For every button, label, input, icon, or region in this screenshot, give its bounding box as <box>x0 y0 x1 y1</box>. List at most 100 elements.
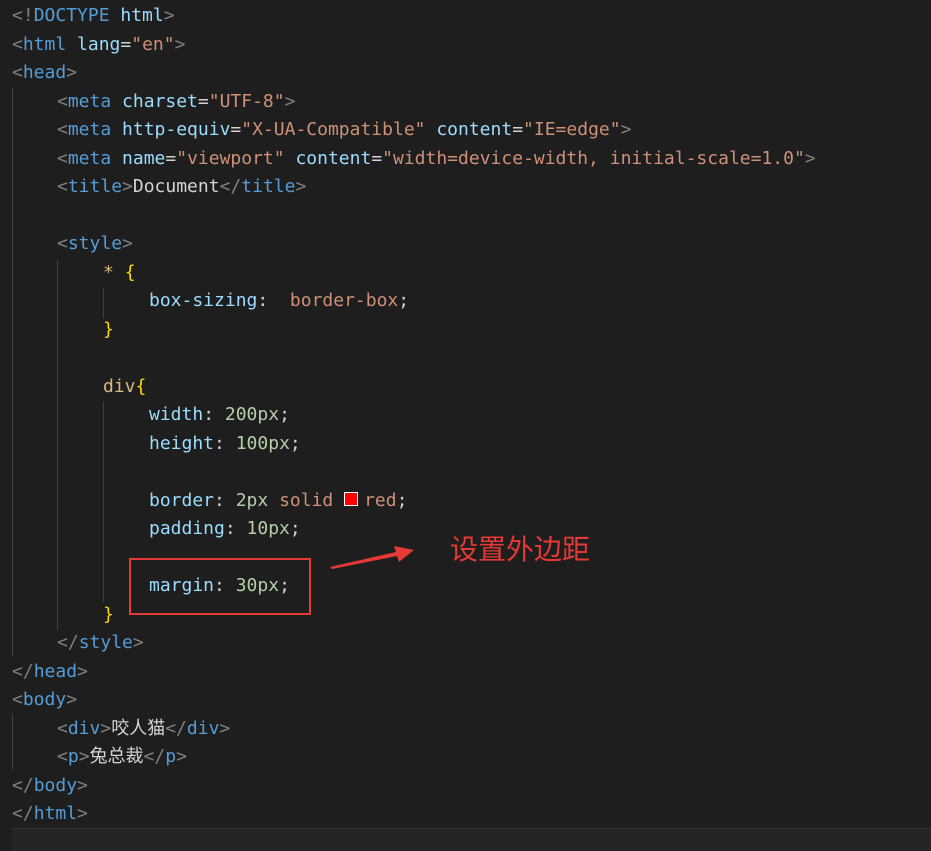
token: charset <box>111 91 198 112</box>
token: > <box>78 746 90 767</box>
token: 200px <box>224 404 280 425</box>
token: </ <box>219 176 242 197</box>
token: < <box>57 718 68 739</box>
token: < <box>12 689 23 710</box>
token: http-equiv <box>111 119 231 140</box>
token: height <box>149 433 215 454</box>
code-line: <html lang="en"> <box>12 31 185 59</box>
token: ; <box>279 404 290 425</box>
token: < <box>57 91 68 112</box>
token: html <box>109 5 164 26</box>
token: > <box>66 689 78 710</box>
token: border <box>149 490 215 511</box>
token: > <box>163 5 175 26</box>
token: title <box>241 176 296 197</box>
token: name <box>111 148 166 169</box>
token: head <box>33 661 78 682</box>
code-line: height: 100px; <box>149 430 301 458</box>
token: : <box>203 404 225 425</box>
token: div <box>67 718 101 739</box>
token: red <box>364 490 397 511</box>
token: lang <box>66 34 121 55</box>
code-line: <body> <box>12 686 77 714</box>
token: < <box>12 34 23 55</box>
token: } <box>103 604 114 625</box>
code-line: width: 200px; <box>149 401 290 429</box>
token: head <box>22 62 67 83</box>
token: 10px <box>246 518 290 539</box>
code-line: box-sizing: border-box; <box>149 287 409 315</box>
token: { <box>124 262 136 283</box>
token: = <box>512 119 524 140</box>
token: "en" <box>131 34 175 55</box>
token: html <box>22 34 67 55</box>
horizontal-scrollbar[interactable] <box>12 828 931 851</box>
token: solid <box>268 490 345 511</box>
token: width <box>149 404 204 425</box>
token: content <box>284 148 372 169</box>
token: </ <box>12 775 34 796</box>
token: * <box>103 262 125 283</box>
token: "width=device-width, initial-scale=1.0" <box>382 148 805 169</box>
code-line: <div>咬人猫</div> <box>57 715 230 743</box>
annotation-note: 设置外边距 <box>450 533 591 566</box>
token: "UTF-8" <box>208 91 285 112</box>
token: "IE=edge" <box>523 119 621 140</box>
token: </ <box>165 718 187 739</box>
token: ; <box>398 290 410 311</box>
token: div <box>186 718 220 739</box>
token: 100px <box>235 433 290 454</box>
indent-guide <box>103 288 104 318</box>
token: > <box>620 119 632 140</box>
token: : <box>257 290 290 311</box>
token: < <box>57 746 68 767</box>
token: > <box>122 233 133 254</box>
token: 兔总裁 <box>89 746 144 767</box>
token: { <box>135 376 147 397</box>
token: </ <box>143 746 166 767</box>
token: < <box>57 233 68 254</box>
token: meta <box>67 148 112 169</box>
token: 2px <box>235 490 269 511</box>
indent-guide <box>12 88 13 656</box>
token: </ <box>12 661 34 682</box>
token: content <box>425 119 513 140</box>
code-editor[interactable]: <!DOCTYPE html> <html lang="en"> <head> … <box>0 0 931 851</box>
token: meta <box>67 91 112 112</box>
token: body <box>33 775 78 796</box>
token: > <box>122 176 133 197</box>
code-line: </head> <box>12 658 88 686</box>
token: = <box>165 148 177 169</box>
token: = <box>197 91 209 112</box>
token: html <box>33 803 78 824</box>
code-line: } <box>103 601 114 629</box>
token: > <box>219 718 231 739</box>
code-line: <style> <box>57 230 133 258</box>
token: 咬人猫 <box>111 718 166 739</box>
code-line: <title>Document</title> <box>57 173 306 201</box>
token: <! <box>12 5 34 26</box>
token: > <box>77 775 88 796</box>
code-line: </style> <box>57 629 144 657</box>
color-swatch-icon[interactable] <box>344 492 359 506</box>
token: body <box>22 689 67 710</box>
token: style <box>67 233 123 254</box>
token: = <box>371 148 383 169</box>
token: > <box>295 176 307 197</box>
token: < <box>57 176 68 197</box>
code-line: padding: 10px; <box>149 515 301 543</box>
code-line: border: 2px solid red; <box>149 487 407 515</box>
token: : <box>224 518 247 539</box>
token: "viewport" <box>176 148 285 169</box>
token: < <box>57 119 68 140</box>
code-line: <head> <box>12 59 77 87</box>
code-line: <p>兔总裁</p> <box>57 743 187 771</box>
token: Document <box>132 176 220 197</box>
token: < <box>57 148 68 169</box>
token: ; <box>396 490 408 511</box>
token: ; <box>289 518 301 539</box>
token: : <box>214 490 236 511</box>
indent-guide <box>12 714 13 770</box>
code-line: </body> <box>12 772 88 800</box>
token: p <box>67 746 79 767</box>
